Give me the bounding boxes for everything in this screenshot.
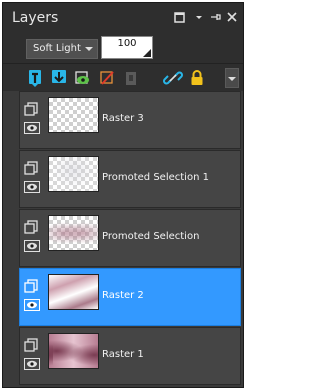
layer-row-raster-3[interactable]: Raster 3	[19, 91, 241, 149]
layer-row-raster-2[interactable]: Raster 2	[19, 268, 241, 326]
layer-thumbnail	[48, 333, 99, 369]
pin-icon[interactable]	[208, 10, 222, 24]
layer-properties-icon[interactable]	[24, 161, 40, 175]
layer-name: Raster 2	[102, 290, 144, 301]
toolbar-more-button[interactable]	[225, 68, 239, 88]
opacity-value: 100	[117, 38, 137, 49]
lock-icon[interactable]	[187, 68, 207, 88]
layer-thumbnail	[48, 215, 99, 251]
layer-properties-icon[interactable]	[24, 102, 40, 116]
blend-mode-value: Soft Light	[33, 43, 81, 54]
layer-row-raster-1[interactable]: Raster 1	[19, 327, 241, 385]
restore-icon[interactable]	[173, 10, 187, 24]
blend-mode-select[interactable]: Soft Light	[26, 39, 98, 59]
layer-thumbnail	[48, 156, 99, 192]
mask-icon[interactable]	[121, 68, 141, 88]
eye-icon[interactable]	[24, 299, 40, 311]
new-raster-layer-icon[interactable]	[25, 68, 45, 88]
layer-name: Raster 3	[102, 113, 144, 124]
visibility-toggle-icon[interactable]	[73, 68, 93, 88]
delete-layer-icon[interactable]	[97, 68, 117, 88]
layer-name: Promoted Selection 1	[102, 172, 209, 183]
panel-title: Layers	[12, 10, 59, 26]
layer-thumbnail	[48, 274, 99, 310]
eye-icon[interactable]	[24, 358, 40, 370]
layers-panel: Layers Soft Light 100 Raster 3 Promoted …	[2, 2, 244, 388]
eye-icon[interactable]	[24, 240, 40, 252]
layer-properties-icon[interactable]	[24, 338, 40, 352]
eye-icon[interactable]	[24, 122, 40, 134]
layers-toolbar	[3, 63, 243, 91]
layer-properties-icon[interactable]	[24, 279, 40, 293]
eye-icon[interactable]	[24, 181, 40, 193]
layer-name: Promoted Selection	[102, 231, 200, 242]
layer-properties-icon[interactable]	[24, 220, 40, 234]
layer-list: Raster 3 Promoted Selection 1 Promoted S…	[19, 91, 241, 385]
layer-row-promoted-selection[interactable]: Promoted Selection	[19, 209, 241, 267]
layer-name: Raster 1	[102, 349, 144, 360]
slider-grip-icon[interactable]	[143, 49, 151, 57]
blend-bar: Soft Light 100	[3, 33, 243, 63]
layer-row-promoted-selection-1[interactable]: Promoted Selection 1	[19, 150, 241, 208]
close-icon[interactable]	[225, 10, 239, 24]
chevron-down-icon	[85, 47, 93, 51]
panel-titlebar[interactable]: Layers	[3, 3, 243, 33]
panel-menu-icon[interactable]	[192, 10, 206, 24]
new-vector-layer-icon[interactable]	[49, 68, 69, 88]
opacity-field[interactable]: 100	[101, 36, 153, 59]
layer-thumbnail	[48, 97, 99, 133]
link-icon[interactable]	[163, 68, 183, 88]
chevron-down-icon	[228, 77, 236, 81]
